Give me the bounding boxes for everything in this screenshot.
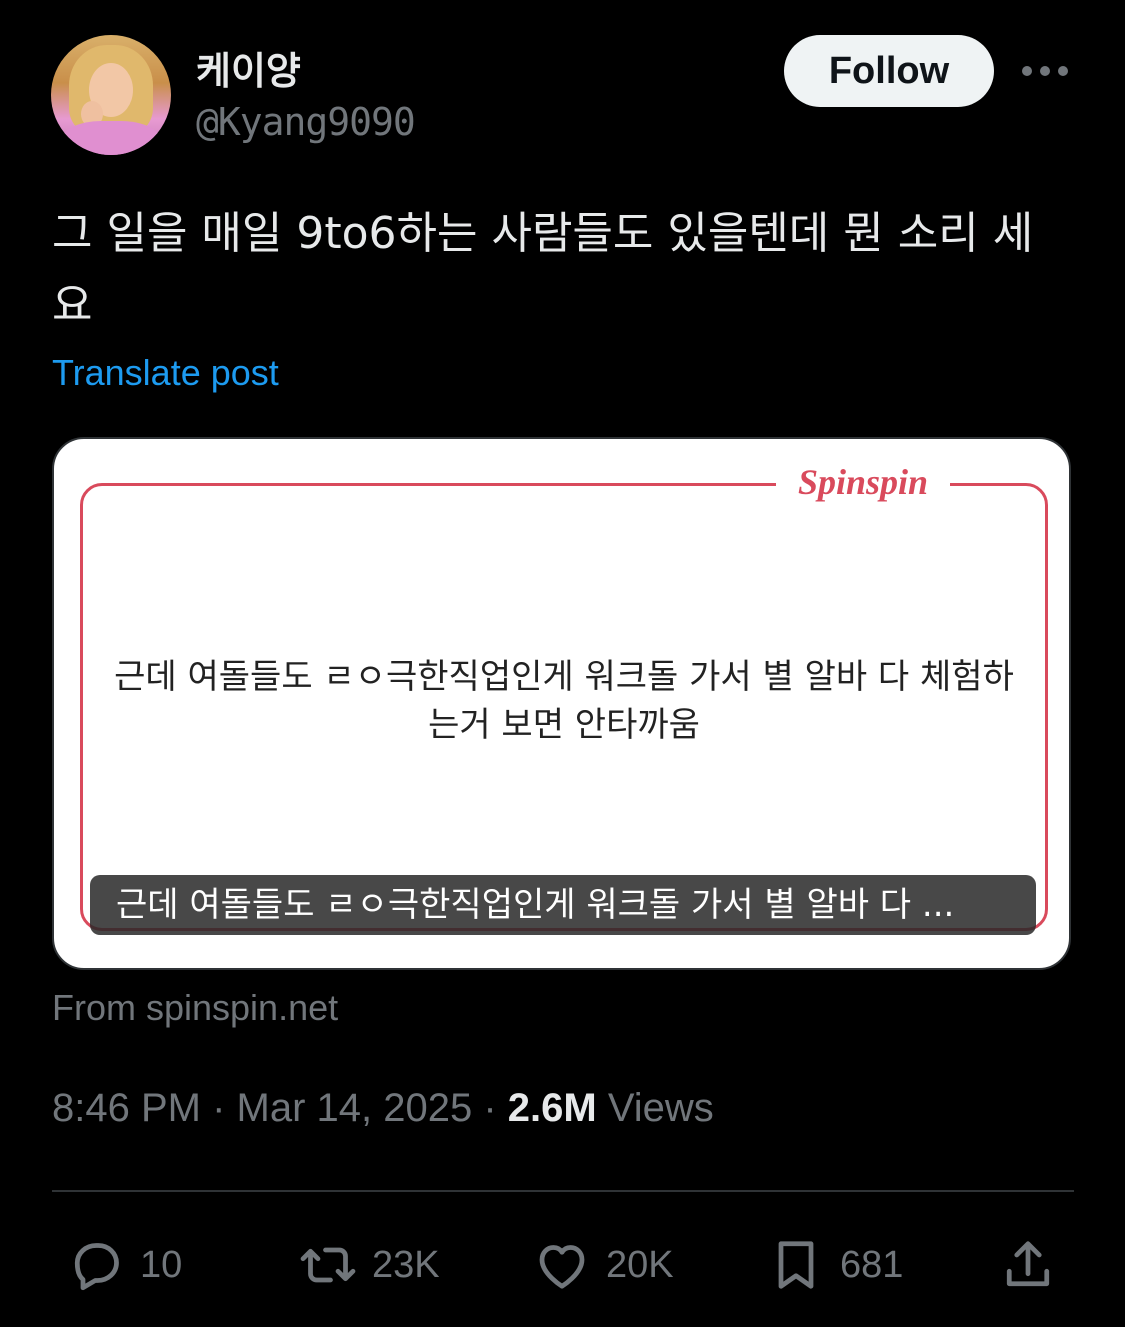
link-card[interactable]: Spinspin 근데 여돌들도 ㄹㅇ극한직업인게 워크돌 가서 별 알바 다 …: [52, 437, 1071, 970]
spinspin-logo: Spinspin: [776, 461, 951, 503]
bookmark-button[interactable]: 681: [766, 1233, 903, 1297]
divider: [52, 1190, 1074, 1192]
share-icon: [1006, 1241, 1050, 1287]
post-text: 그 일을 매일 9to6하는 사람들도 있을텐데 뭔 소리 세요: [52, 208, 1034, 331]
more-options-icon[interactable]: [1022, 64, 1068, 78]
post-time[interactable]: 8:46 PM: [52, 1086, 201, 1130]
reply-icon: [74, 1243, 119, 1291]
heart-icon: [539, 1245, 585, 1289]
card-caption: 근데 여돌들도 ㄹㅇ극한직업인게 워크돌 가서 별 알바 다 ...: [90, 875, 1036, 935]
repost-icon: [300, 1247, 356, 1283]
avatar-shirt: [61, 121, 161, 155]
bookmark-count: 681: [840, 1243, 904, 1286]
like-button[interactable]: 20K: [532, 1233, 674, 1297]
meta-separator: ·: [472, 1086, 508, 1130]
author-handle[interactable]: @Kyang9090: [196, 100, 416, 144]
repost-button[interactable]: 23K: [298, 1233, 440, 1297]
meta-separator: ·: [200, 1086, 237, 1130]
like-count: 20K: [606, 1243, 674, 1286]
follow-button[interactable]: Follow: [784, 35, 994, 107]
avatar[interactable]: [51, 35, 171, 155]
reply-button[interactable]: 10: [66, 1233, 182, 1297]
card-quote-text: 근데 여돌들도 ㄹㅇ극한직업인게 워크돌 가서 별 알바 다 체험하는거 보면 …: [114, 657, 1014, 745]
views-count: 2.6M: [507, 1086, 597, 1130]
author-display-name[interactable]: 케이양: [196, 40, 301, 95]
bookmark-icon: [778, 1241, 814, 1289]
post-meta: 8:46 PM · Mar 14, 2025 · 2.6M Views: [52, 1086, 714, 1131]
post-date[interactable]: Mar 14, 2025: [237, 1086, 473, 1130]
reply-count: 10: [140, 1243, 183, 1286]
card-source[interactable]: From spinspin.net: [52, 987, 338, 1029]
share-button[interactable]: [998, 1233, 1058, 1297]
translate-post-link[interactable]: Translate post: [52, 352, 279, 394]
views-label: Views: [607, 1086, 714, 1130]
repost-count: 23K: [372, 1243, 440, 1286]
